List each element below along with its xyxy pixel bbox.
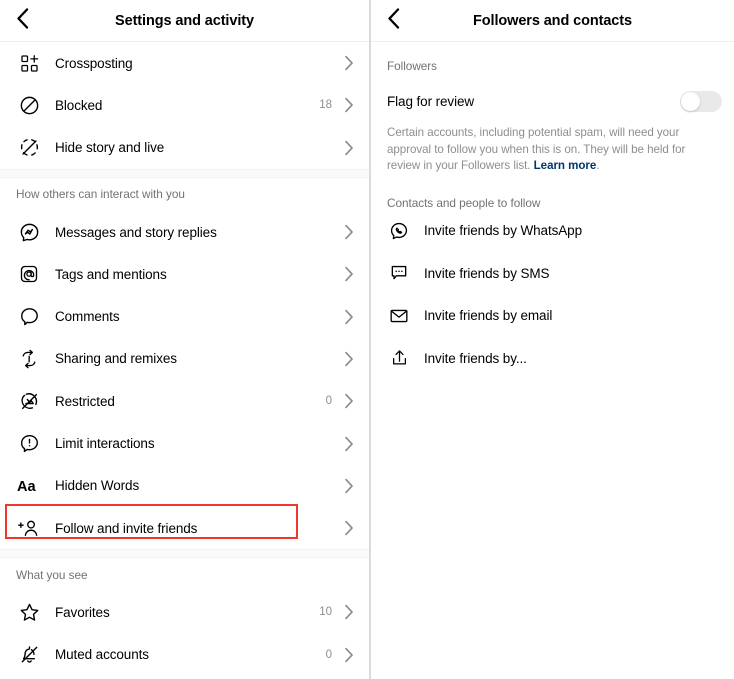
chevron-right-icon[interactable] — [343, 309, 355, 324]
settings-row[interactable]: Blocked 18 — [0, 84, 369, 127]
chevron-right-icon[interactable] — [343, 605, 355, 620]
muted-bell-icon — [16, 642, 42, 668]
invite-row[interactable]: Invite friends by SMS — [371, 252, 734, 295]
invite-row[interactable]: Invite friends by WhatsApp — [371, 210, 734, 253]
chevron-left-icon — [16, 7, 29, 34]
settings-row[interactable]: Crossposting — [0, 42, 369, 85]
right-panel-title: Followers and contacts — [473, 13, 632, 29]
settings-row[interactable]: Muted accounts 0 — [0, 633, 369, 676]
chevron-right-icon[interactable] — [343, 393, 355, 409]
left-panel-title: Settings and activity — [115, 13, 254, 29]
settings-row[interactable]: Comments — [0, 295, 369, 338]
back-button-right[interactable] — [371, 0, 415, 42]
whatsapp-icon — [387, 219, 411, 243]
settings-row-label: Follow and invite friends — [55, 520, 198, 536]
settings-row-label: Blocked — [55, 97, 103, 113]
settings-row-label: Hide story and live — [55, 140, 165, 156]
settings-row-label: Muted accounts — [55, 647, 149, 663]
settings-row-label: Limit interactions — [55, 436, 155, 452]
followers-and-contacts-panel: Followers and contacts Followers Flag fo… — [371, 0, 734, 679]
settings-row-label: Sharing and remixes — [55, 351, 177, 367]
section-divider-band — [0, 168, 369, 178]
star-icon — [16, 599, 42, 625]
invite-row-label: Invite friends by WhatsApp — [424, 223, 582, 239]
settings-and-activity-panel: Settings and activity Crossposting Block… — [0, 0, 369, 679]
settings-row-count: 10 — [319, 606, 332, 619]
chevron-right-icon[interactable] — [343, 140, 355, 155]
add-person-icon — [16, 515, 42, 541]
section-header: What you see — [16, 567, 88, 582]
flag-for-review-description: Certain accounts, including potential sp… — [371, 120, 734, 175]
section-divider-band — [0, 549, 369, 559]
svg-text:Aa: Aa — [17, 479, 37, 495]
settings-row-label: Favorites — [55, 604, 110, 620]
envelope-icon — [387, 304, 411, 328]
invite-row-label: Invite friends by SMS — [424, 265, 550, 281]
hidden-words-aa-icon: Aa — [16, 473, 42, 499]
settings-row[interactable]: Restricted 0 — [0, 380, 369, 423]
back-button-left[interactable] — [0, 0, 44, 42]
settings-row-count: 0 — [325, 648, 332, 661]
limit-interactions-icon — [16, 431, 42, 457]
contacts-section-label: Contacts and people to follow — [387, 195, 541, 210]
remix-loop-icon — [16, 346, 42, 372]
chevron-right-icon[interactable] — [343, 478, 355, 494]
settings-list: Crossposting Blocked 18 Hide story and li… — [0, 42, 369, 676]
description-tail: . — [596, 159, 600, 172]
block-circle-icon — [16, 92, 42, 118]
sms-bubble-icon — [387, 261, 411, 285]
chevron-right-icon[interactable] — [343, 98, 355, 113]
invite-list: Invite friends by WhatsApp Invite friend… — [371, 210, 734, 380]
settings-row-label: Crossposting — [55, 55, 133, 71]
chevron-right-icon[interactable] — [343, 224, 355, 240]
flag-for-review-row[interactable]: Flag for review — [371, 82, 734, 120]
settings-row[interactable]: Limit interactions — [0, 422, 369, 465]
settings-row[interactable]: Favorites 10 — [0, 591, 369, 634]
chevron-right-icon[interactable] — [343, 647, 355, 662]
settings-row-label: Hidden Words — [55, 478, 140, 494]
followers-section-label: Followers — [387, 59, 438, 73]
dual-panel-screenshot: Settings and activity Crossposting Block… — [0, 0, 734, 679]
flag-for-review-label: Flag for review — [387, 93, 475, 109]
restricted-icon — [16, 388, 42, 414]
settings-row-label: Restricted — [55, 393, 115, 409]
at-mention-icon — [16, 261, 42, 287]
toggle-knob — [681, 92, 700, 111]
right-panel-header: Followers and contacts — [371, 0, 734, 42]
share-upload-icon — [387, 346, 411, 370]
chevron-right-icon[interactable] — [343, 520, 355, 536]
flag-for-review-toggle[interactable] — [680, 91, 722, 112]
crossposting-icon — [16, 50, 42, 76]
settings-row-label: Messages and story replies — [55, 224, 217, 240]
invite-row-label: Invite friends by... — [424, 350, 527, 366]
learn-more-link[interactable]: Learn more — [534, 159, 597, 172]
section-header: How others can interact with you — [16, 187, 185, 202]
chevron-left-icon — [387, 7, 400, 34]
comment-bubble-icon — [16, 304, 42, 330]
settings-row[interactable]: Messages and story replies — [0, 210, 369, 254]
settings-row-count: 0 — [325, 395, 332, 408]
invite-row[interactable]: Invite friends by... — [371, 337, 734, 380]
chevron-right-icon[interactable] — [343, 55, 355, 71]
settings-row[interactable]: Hide story and live — [0, 126, 369, 169]
left-panel-header: Settings and activity — [0, 0, 369, 42]
chevron-right-icon[interactable] — [343, 351, 355, 367]
messenger-icon — [16, 219, 42, 245]
settings-row-label: Tags and mentions — [55, 266, 167, 282]
settings-row[interactable]: Follow and invite friends — [0, 506, 369, 550]
invite-row[interactable]: Invite friends by email — [371, 295, 734, 338]
settings-row-count: 18 — [319, 99, 332, 112]
chevron-right-icon[interactable] — [343, 436, 355, 451]
settings-row[interactable]: Aa Hidden Words — [0, 464, 369, 507]
invite-row-label: Invite friends by email — [424, 308, 553, 324]
chevron-right-icon[interactable] — [343, 267, 355, 282]
settings-row[interactable]: Sharing and remixes — [0, 337, 369, 381]
settings-row[interactable]: Tags and mentions — [0, 253, 369, 296]
hide-story-icon — [16, 135, 42, 161]
settings-row-label: Comments — [55, 309, 120, 325]
